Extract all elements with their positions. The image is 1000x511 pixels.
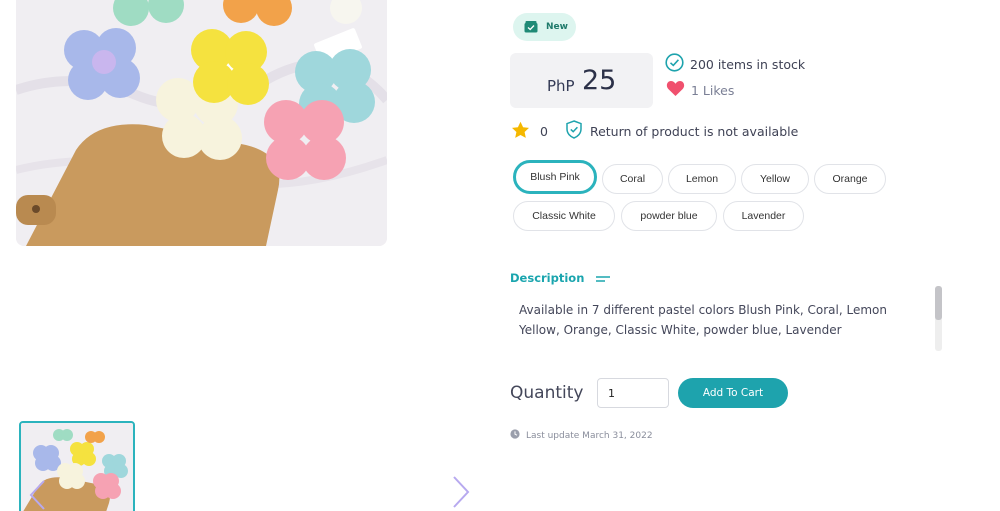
price-currency: PhP: [547, 77, 575, 95]
text-lines-icon: [596, 268, 611, 287]
variant-classic-white[interactable]: Classic White: [513, 201, 615, 231]
star-icon: [511, 121, 530, 142]
likes-text: 1 Likes: [691, 82, 735, 98]
price-box: PhP 25: [510, 53, 653, 108]
variant-blush-pink[interactable]: Blush Pink: [513, 160, 597, 194]
variant-lavender[interactable]: Lavender: [723, 201, 804, 231]
stock-status: 200 items in stock: [665, 53, 806, 75]
check-circle-icon: [665, 53, 684, 75]
description-tab-label: Description: [510, 270, 585, 285]
new-badge-label: New: [546, 22, 568, 32]
description-text: Available in 7 different pastel colors B…: [519, 303, 887, 337]
variant-yellow[interactable]: Yellow: [741, 164, 809, 194]
chevron-left-icon[interactable]: [26, 478, 48, 511]
rating-row: 0 Return of product is not available: [511, 120, 799, 142]
heart-icon: [666, 80, 685, 100]
return-policy-text: Return of product is not available: [589, 123, 799, 139]
variant-orange[interactable]: Orange: [814, 164, 886, 194]
stock-text: 200 items in stock: [690, 56, 806, 72]
new-box-icon: [524, 18, 538, 37]
quantity-input[interactable]: [597, 378, 669, 408]
shield-check-icon: [565, 120, 583, 142]
last-update-text: Last update March 31, 2022: [526, 430, 653, 441]
description-scrollbar-thumb[interactable]: [935, 286, 942, 320]
variant-powder-blue[interactable]: powder blue: [621, 201, 717, 231]
variant-lemon[interactable]: Lemon: [668, 164, 736, 194]
last-update: Last update March 31, 2022: [510, 429, 653, 442]
new-badge: New: [513, 13, 576, 41]
add-to-cart-button[interactable]: Add To Cart: [678, 378, 788, 408]
variant-coral[interactable]: Coral: [602, 164, 663, 194]
product-image: [16, 0, 387, 246]
clock-icon: [510, 429, 520, 442]
tab-description[interactable]: Description: [510, 268, 611, 287]
price-amount: 25: [582, 65, 617, 96]
likes-button[interactable]: 1 Likes: [666, 80, 734, 100]
rating-value: 0: [540, 123, 548, 139]
chevron-right-icon[interactable]: [449, 474, 473, 510]
quantity-label: Quantity: [510, 383, 584, 403]
